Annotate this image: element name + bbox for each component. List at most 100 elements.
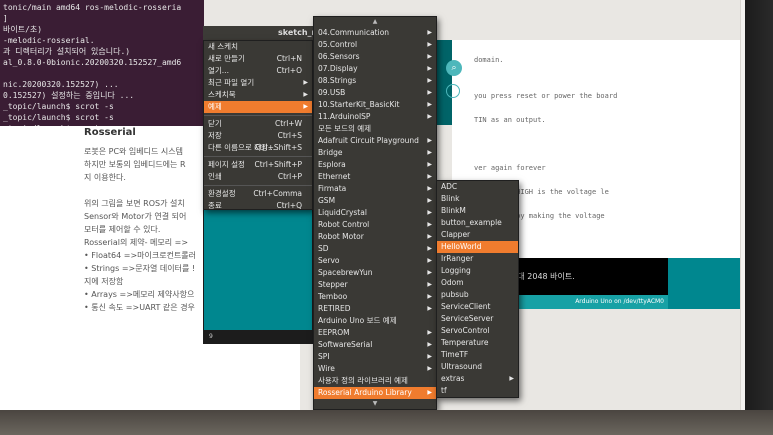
examples-menu-item[interactable]: Bridge ▶ bbox=[314, 147, 436, 159]
file-menu-item[interactable]: 열기... Ctrl+O bbox=[204, 65, 312, 77]
menu-shortcut: Ctrl+W bbox=[274, 119, 302, 128]
rosserial-example-item[interactable]: tf bbox=[437, 385, 518, 397]
ide-window-title: sketch_m bbox=[203, 26, 320, 40]
menu-shortcut: Ctrl+Shift+S bbox=[254, 143, 302, 152]
examples-menu-item[interactable]: GSM ▶ bbox=[314, 195, 436, 207]
chevron-right-icon: ▶ bbox=[427, 29, 432, 36]
examples-menu-item[interactable]: EEPROM ▶ bbox=[314, 327, 436, 339]
examples-menu-item[interactable]: Stepper ▶ bbox=[314, 279, 436, 291]
rosserial-example-item[interactable]: Clapper bbox=[437, 229, 518, 241]
examples-menu-item[interactable]: Wire ▶ bbox=[314, 363, 436, 375]
file-menu-item[interactable]: 인쇄 Ctrl+P bbox=[204, 171, 312, 183]
menu-item-label: button_example bbox=[441, 218, 502, 227]
file-menu-item[interactable]: 환경설정 Ctrl+Comma bbox=[204, 188, 312, 200]
rosserial-example-item[interactable]: ServiceClient bbox=[437, 301, 518, 313]
examples-menu-item[interactable]: LiquidCrystal ▶ bbox=[314, 207, 436, 219]
examples-menu-item[interactable]: Adafruit Circuit Playground ▶ bbox=[314, 135, 436, 147]
rosserial-example-item[interactable]: IrRanger bbox=[437, 253, 518, 265]
examples-menu-item[interactable]: Esplora ▶ bbox=[314, 159, 436, 171]
menu-shortcut: Ctrl+Shift+P bbox=[254, 160, 302, 169]
examples-menu-item[interactable]: 06.Sensors ▶ bbox=[314, 51, 436, 63]
rosserial-example-item[interactable]: extras ▶ bbox=[437, 373, 518, 385]
examples-menu-item[interactable]: 11.ArduinoISP ▶ bbox=[314, 111, 436, 123]
terminal-line: -melodic-rosserial. bbox=[3, 36, 95, 45]
rosserial-example-item[interactable]: ADC bbox=[437, 181, 518, 193]
file-menu-item[interactable]: 닫기 Ctrl+W bbox=[204, 118, 312, 130]
chevron-right-icon: ▶ bbox=[427, 89, 432, 96]
menu-item-label: Ethernet bbox=[318, 172, 351, 181]
menu-item-label: Rosserial Arduino Library bbox=[318, 388, 412, 397]
menu-item-label: 모든 보드의 예제 bbox=[318, 124, 372, 133]
examples-menu-item[interactable]: Rosserial Arduino Library ▶ bbox=[314, 387, 436, 399]
examples-menu-item[interactable]: RETIRED ▶ bbox=[314, 303, 436, 315]
examples-menu-item[interactable]: SD ▶ bbox=[314, 243, 436, 255]
chevron-right-icon: ▶ bbox=[427, 77, 432, 84]
examples-menu-item[interactable]: Firmata ▶ bbox=[314, 183, 436, 195]
menu-item-label: HelloWorld bbox=[441, 242, 482, 251]
rosserial-example-item[interactable]: Logging bbox=[437, 265, 518, 277]
examples-menu-item[interactable]: 04.Communication ▶ bbox=[314, 27, 436, 39]
examples-menu-item[interactable]: SPI ▶ bbox=[314, 351, 436, 363]
scroll-up-icon[interactable]: ▲ bbox=[314, 17, 436, 27]
rosserial-example-item[interactable]: ServoControl bbox=[437, 325, 518, 337]
file-menu-item[interactable]: 저장 Ctrl+S bbox=[204, 130, 312, 142]
menu-item-label: Ultrasound bbox=[441, 362, 482, 371]
rosserial-example-item[interactable]: TimeTF bbox=[437, 349, 518, 361]
menu-item-label: SoftwareSerial bbox=[318, 340, 373, 349]
file-menu-item[interactable]: 새 스케치 bbox=[204, 41, 312, 53]
menu-item-label: extras bbox=[441, 374, 465, 383]
code-line: TIN as an output. bbox=[474, 116, 546, 124]
file-menu-item[interactable]: 새로 만들기 Ctrl+N bbox=[204, 53, 312, 65]
ide-panel bbox=[668, 258, 740, 309]
file-menu-item[interactable]: 다른 이름으로 저장... Ctrl+Shift+S bbox=[204, 142, 312, 154]
file-menu-item[interactable]: 페이지 설정 Ctrl+Shift+P bbox=[204, 159, 312, 171]
examples-menu-item[interactable]: Arduino Uno 보드 예제 bbox=[314, 315, 436, 327]
rosserial-example-item[interactable]: Odom bbox=[437, 277, 518, 289]
examples-menu-item[interactable]: 07.Display ▶ bbox=[314, 63, 436, 75]
rosserial-example-item[interactable]: HelloWorld bbox=[437, 241, 518, 253]
menu-item-label: IrRanger bbox=[441, 254, 474, 263]
chevron-right-icon: ▶ bbox=[427, 305, 432, 312]
examples-menu-item[interactable]: 08.Strings ▶ bbox=[314, 75, 436, 87]
file-menu-item[interactable]: 종료 Ctrl+Q bbox=[204, 200, 312, 212]
examples-menu-item[interactable]: Temboo ▶ bbox=[314, 291, 436, 303]
examples-menu-item[interactable]: Robot Control ▶ bbox=[314, 219, 436, 231]
rosserial-example-item[interactable]: Temperature bbox=[437, 337, 518, 349]
file-menu-item[interactable]: 스케치북 ▶ bbox=[204, 89, 312, 101]
terminal-window[interactable]: tonic/main amd64 ros-melodic-rosseria] 바이… bbox=[0, 0, 204, 126]
chevron-right-icon: ▶ bbox=[427, 269, 432, 276]
rosserial-example-item[interactable]: pubsub bbox=[437, 289, 518, 301]
menu-item-label: 종료 bbox=[208, 201, 222, 210]
rosserial-examples-menu: ADC Blink BlinkM button_example Clapper Hello… bbox=[436, 180, 519, 398]
examples-menu-item[interactable]: Servo ▶ bbox=[314, 255, 436, 267]
examples-menu-item[interactable]: SoftwareSerial ▶ bbox=[314, 339, 436, 351]
monitor-bezel bbox=[745, 0, 773, 435]
menu-item-label: pubsub bbox=[441, 290, 469, 299]
file-menu-item[interactable]: 최근 파일 열기 ▶ bbox=[204, 77, 312, 89]
serial-monitor-icon[interactable] bbox=[446, 84, 460, 98]
examples-menu-item[interactable]: SpacebrewYun ▶ bbox=[314, 267, 436, 279]
file-menu-item[interactable]: 예제 ▶ bbox=[204, 101, 312, 113]
examples-menu-item[interactable]: Ethernet ▶ bbox=[314, 171, 436, 183]
examples-menu-item[interactable]: 05.Control ▶ bbox=[314, 39, 436, 51]
examples-menu-item[interactable]: 10.StarterKit_BasicKit ▶ bbox=[314, 99, 436, 111]
rosserial-example-item[interactable]: Blink bbox=[437, 193, 518, 205]
examples-menu-item[interactable]: 사용자 정의 라이브러리 예제 bbox=[314, 375, 436, 387]
rosserial-example-item[interactable]: ServiceServer bbox=[437, 313, 518, 325]
search-icon[interactable]: ⌕ bbox=[446, 60, 462, 76]
chevron-right-icon: ▶ bbox=[427, 353, 432, 360]
examples-menu-item[interactable]: 모든 보드의 예제 bbox=[314, 123, 436, 135]
examples-menu-item[interactable]: Robot Motor ▶ bbox=[314, 231, 436, 243]
examples-menu-item[interactable]: 09.USB ▶ bbox=[314, 87, 436, 99]
menu-item-label: Stepper bbox=[318, 280, 348, 289]
rosserial-example-item[interactable]: button_example bbox=[437, 217, 518, 229]
terminal-line: 과 디렉터리가 설치되어 있습니다.) bbox=[3, 47, 131, 56]
rosserial-example-item[interactable]: BlinkM bbox=[437, 205, 518, 217]
scroll-down-icon[interactable]: ▼ bbox=[314, 399, 436, 409]
menu-item-label: 새 스케치 bbox=[208, 42, 238, 51]
rosserial-example-item[interactable]: Ultrasound bbox=[437, 361, 518, 373]
